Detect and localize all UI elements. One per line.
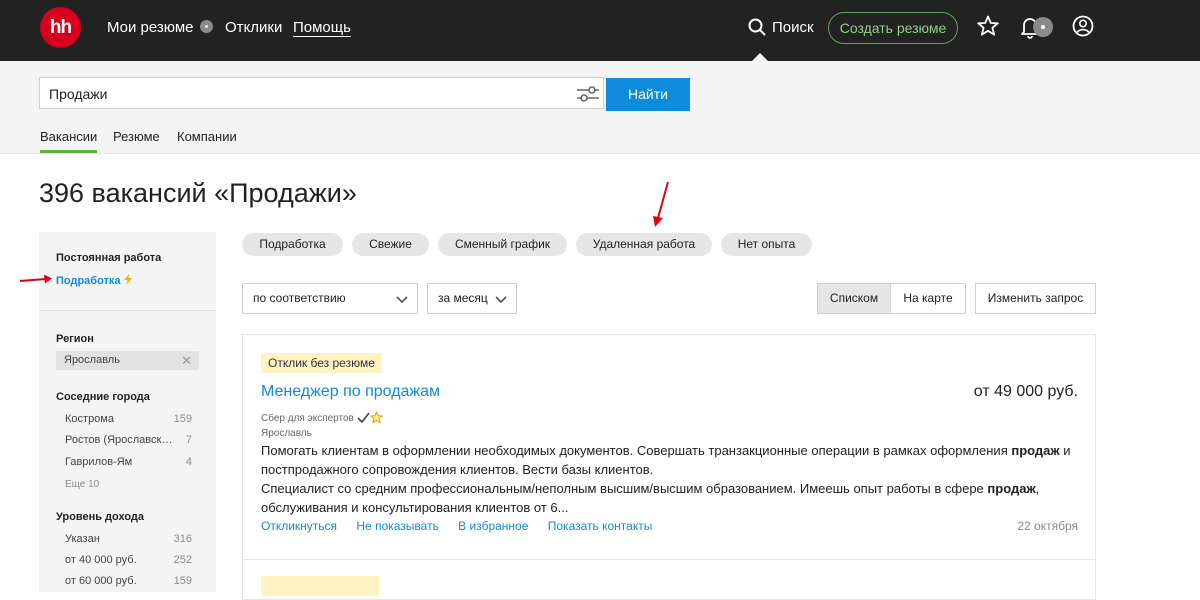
neighbor-city-label: Ростов (Ярославская область) [65, 434, 177, 446]
profile-icon[interactable] [1072, 15, 1094, 37]
notification-badge-icon [1033, 17, 1053, 37]
edit-query-button[interactable]: Изменить запрос [975, 283, 1096, 314]
income-label: Указан [65, 533, 100, 545]
vacancy-title-link[interactable]: Менеджер по продажам [261, 383, 440, 401]
nav-my-resumes-label: Мои резюме [107, 19, 194, 36]
part-time-filter-link[interactable]: Подработка [56, 274, 132, 287]
search-input[interactable] [40, 78, 571, 110]
search-box [39, 77, 604, 110]
region-value: Ярославль [64, 354, 120, 366]
nav-responses[interactable]: Отклики [225, 19, 282, 36]
active-pointer [752, 53, 768, 61]
neighbor-city-count: 4 [185, 456, 192, 468]
chevron-down-icon [495, 296, 507, 304]
hh-logo[interactable]: hh [40, 7, 81, 48]
vacancy-city: Ярославль [261, 428, 312, 439]
company-name: Сбер для экспертов [261, 413, 354, 424]
income-count: 159 [173, 575, 192, 587]
create-resume-button[interactable]: Создать резюме [828, 12, 958, 44]
top-bar: hh Мои резюме Отклики Помощь Поиск Созда… [0, 0, 1200, 61]
tab-companies[interactable]: Компании [177, 129, 237, 144]
chip-part-time[interactable]: Подработка [242, 233, 343, 256]
period-select[interactable]: за месяц [427, 283, 517, 314]
filters-sidebar: Постоянная работа Подработка Регион Ярос… [39, 232, 216, 592]
show-more-cities-link[interactable]: Еще 10 [65, 479, 99, 490]
divider [39, 310, 216, 311]
vacancy-description: Помогать клиентам в оформлении необходим… [261, 441, 1081, 517]
filter-settings-icon[interactable] [576, 84, 600, 104]
sort-select-value: по соответствию [253, 291, 346, 305]
part-time-filter-label: Подработка [56, 275, 121, 287]
vacancy-actions: Откликнуться Не показывать В избранное П… [261, 519, 668, 533]
annotation-arrow-icon [653, 181, 669, 227]
vacancy-date: 22 октября [1017, 519, 1078, 533]
search-icon [748, 18, 766, 36]
notification-dot-icon [199, 20, 213, 33]
income-heading: Уровень дохода [56, 511, 145, 523]
neighbor-city-label: Гаврилов-Ям [65, 456, 133, 468]
neighbor-cities-heading: Соседние города [56, 391, 150, 403]
vacancy-card: Отклик без резюме Менеджер по продажам о… [242, 334, 1096, 560]
vacancy-salary: от 49 000 руб. [973, 383, 1078, 400]
chip-fresh[interactable]: Свежие [352, 233, 429, 256]
search-band: Найти Вакансии Резюме Компании [0, 61, 1200, 154]
hide-link[interactable]: Не показывать [356, 519, 438, 533]
add-favorite-link[interactable]: В избранное [458, 519, 528, 533]
view-map-button[interactable]: На карте [890, 283, 966, 314]
neighbor-city-label: Кострома [65, 413, 114, 425]
tab-resumes[interactable]: Резюме [113, 129, 160, 144]
verified-check-icon [357, 412, 370, 424]
income-count: 316 [173, 533, 192, 545]
no-resume-response-badge [261, 576, 379, 596]
chip-shift-schedule[interactable]: Сменный график [438, 233, 567, 256]
nav-my-resumes[interactable]: Мои резюме [107, 19, 213, 36]
neighbor-city-count: 159 [173, 413, 192, 425]
tab-vacancies[interactable]: Вакансии [40, 129, 98, 153]
close-icon[interactable]: ✕ [181, 351, 192, 370]
income-label: от 40 000 руб. [65, 554, 137, 566]
respond-link[interactable]: Откликнуться [261, 519, 337, 533]
find-button[interactable]: Найти [606, 78, 690, 111]
company-link[interactable]: Сбер для экспертов [261, 411, 383, 424]
view-list-button[interactable]: Списком [817, 283, 891, 314]
no-resume-response-badge: Отклик без резюме [261, 353, 382, 373]
income-label: от 60 000 руб. [65, 575, 137, 587]
neighbor-city-count: 7 [185, 434, 192, 446]
period-select-value: за месяц [438, 291, 488, 305]
sort-select[interactable]: по соответствию [242, 283, 418, 314]
chevron-down-icon [396, 296, 408, 304]
trusted-employer-star-icon [369, 411, 383, 424]
income-count: 252 [173, 554, 192, 566]
lightning-icon [123, 274, 132, 285]
employment-heading: Постоянная работа [56, 252, 162, 264]
annotation-arrow-icon [19, 274, 52, 284]
star-icon[interactable] [977, 15, 999, 37]
nav-search[interactable]: Поиск [748, 18, 814, 36]
region-chip: Ярославль ✕ [56, 351, 199, 370]
region-heading: Регион [56, 333, 94, 345]
show-contacts-link[interactable]: Показать контакты [548, 519, 653, 533]
vacancy-card-next [242, 560, 1096, 600]
vacancy-requirements: Специалист со средним профессиональным/н… [261, 481, 1040, 515]
nav-help-label: Помощь [293, 19, 351, 37]
page-title: 396 вакансий «Продажи» [39, 178, 357, 208]
nav-help[interactable]: Помощь [293, 19, 351, 37]
vacancy-responsibilities: Помогать клиентам в оформлении необходим… [261, 443, 1071, 477]
nav-search-label: Поиск [772, 19, 814, 36]
chip-remote-work[interactable]: Удаленная работа [576, 233, 712, 256]
chip-no-experience[interactable]: Нет опыта [721, 233, 812, 256]
